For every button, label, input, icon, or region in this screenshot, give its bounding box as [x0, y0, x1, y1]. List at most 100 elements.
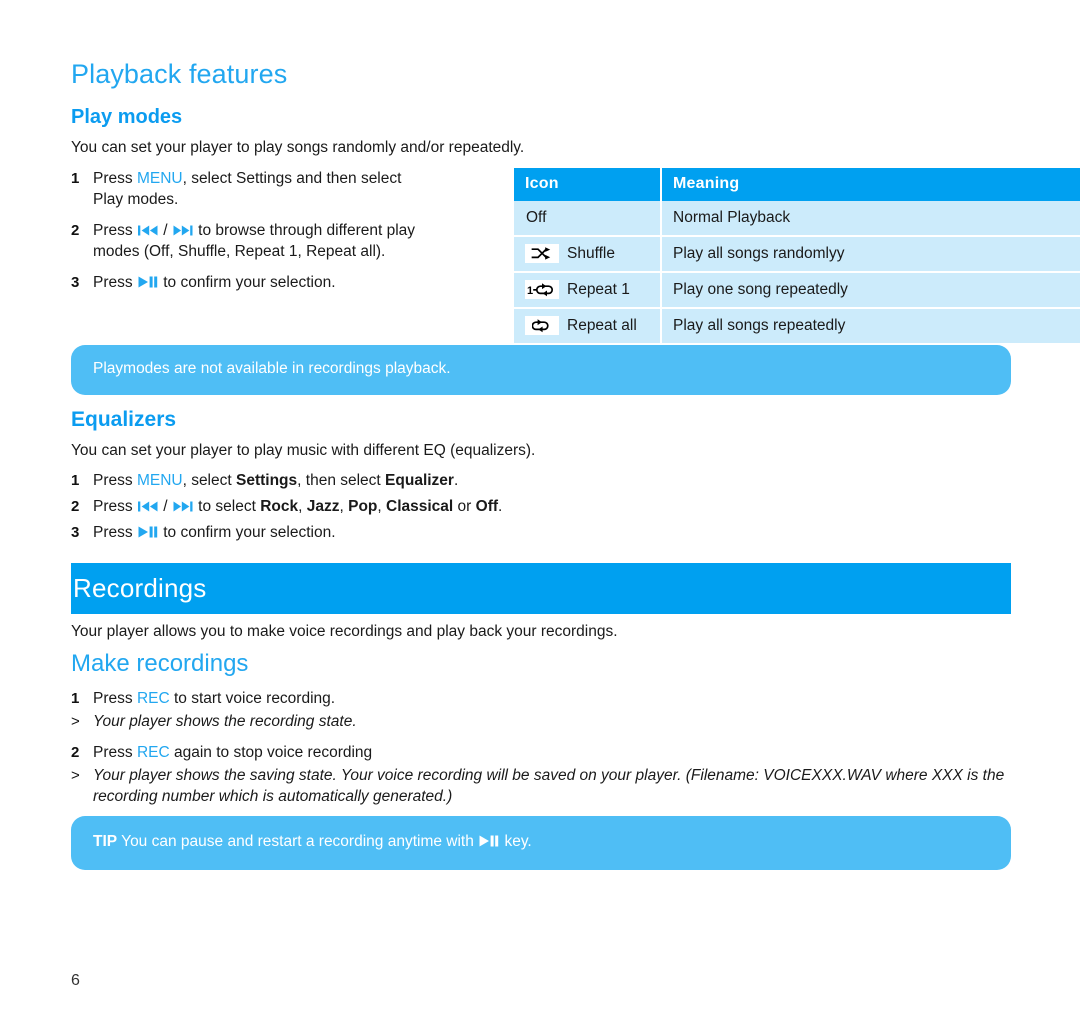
step-text-pre: Press — [93, 744, 137, 761]
make-recordings-steps: 1 Press REC to start voice recording. > … — [71, 688, 1011, 809]
eq-option-pop: Pop — [348, 498, 378, 515]
manual-page: Playback features Play modes You can set… — [0, 0, 1080, 1036]
menu-key-label: MENU — [136, 170, 183, 187]
page-number: 6 — [71, 972, 80, 989]
step-text-pre: Press — [93, 170, 137, 187]
step-text-pre: Press — [93, 690, 137, 707]
table-row: Off Normal Playback — [514, 201, 1080, 237]
step-item: 3 Press to confirm your selection. — [71, 522, 631, 543]
table-row: 1 Repeat 1 Play one song repeatedly — [514, 272, 1080, 309]
table-row: Repeat all Play all songs repeatedly — [514, 308, 1080, 343]
step-text: Press REC again to stop voice recording — [93, 742, 372, 763]
rec-key-label: REC — [136, 690, 170, 707]
play-pause-icon — [138, 526, 158, 538]
step-text-post: again to stop voice recording — [169, 744, 373, 761]
mode-label-repeat-one: Repeat 1 — [567, 280, 630, 298]
tip-text-post: key. — [500, 833, 532, 850]
table-header-meaning: Meaning — [661, 168, 1080, 201]
eq-option-off: Off — [475, 498, 499, 515]
step-number: 1 — [71, 170, 80, 187]
step-number: 1 — [71, 472, 80, 489]
recordings-intro: Your player allows you to make voice rec… — [71, 623, 618, 640]
step-text-sep: / — [158, 498, 172, 515]
step-text: Press REC to start voice recording. — [93, 688, 335, 709]
step-number: 1 — [71, 690, 80, 707]
recordings-banner-title: Recordings — [73, 573, 207, 603]
table-cell-icon: Off — [514, 201, 661, 237]
table-cell-icon: Repeat all — [514, 308, 661, 343]
result-text: Your player shows the recording state. — [93, 713, 357, 730]
result-item: > Your player shows the saving state. Yo… — [71, 765, 1011, 807]
step-text: Press MENU, select Settings, then select… — [93, 470, 458, 491]
table-cell-meaning: Normal Playback — [661, 201, 1080, 237]
playmodes-note-callout: Playmodes are not available in recording… — [71, 345, 1011, 395]
comma-1: , — [298, 498, 307, 515]
shuffle-icon — [525, 244, 559, 263]
step-text-pre: Press — [93, 222, 137, 239]
step-item: 1 Press REC to start voice recording. — [71, 688, 1011, 709]
play-modes-intro: You can set your player to play songs ra… — [71, 139, 525, 156]
skip-next-icon — [173, 501, 193, 512]
step-text: Press MENU, select Settings and then sel… — [93, 168, 423, 210]
step-text: Press / to select Rock, Jazz, Pop, Class… — [93, 496, 502, 517]
step-number: 3 — [71, 524, 80, 541]
tip-text-pre: You can pause and restart a recording an… — [117, 833, 479, 850]
step-item: 2 Press / to select Rock, Jazz, Pop, Cla… — [71, 496, 631, 517]
equalizers-intro: You can set your player to play music wi… — [71, 442, 536, 459]
tip-callout: TIP You can pause and restart a recordin… — [71, 816, 1011, 870]
equalizer-label: Equalizer — [385, 472, 454, 489]
step-item: 1 Press MENU, select Settings, then sele… — [71, 470, 631, 491]
step-number: 2 — [71, 744, 80, 761]
eq-option-jazz: Jazz — [306, 498, 340, 515]
result-text: Your player shows the saving state. Your… — [93, 767, 1005, 805]
tip-label: TIP — [93, 833, 118, 850]
step-number: 2 — [71, 222, 80, 239]
result-marker: > — [71, 767, 80, 784]
step-text-post: to start voice recording. — [169, 690, 336, 707]
step-number: 2 — [71, 498, 80, 515]
step-text-mid2: , then select — [297, 472, 386, 489]
play-pause-icon — [479, 835, 499, 847]
table-cell-meaning: Play one song repeatedly — [661, 272, 1080, 309]
playmodes-note-text: Playmodes are not available in recording… — [93, 360, 451, 377]
svg-text:1: 1 — [527, 285, 533, 297]
mode-label-off: Off — [526, 208, 547, 226]
step-item: 1 Press MENU, select Settings and then s… — [71, 168, 423, 210]
step-text-post: . — [498, 498, 503, 515]
conj-or: or — [453, 498, 476, 515]
step-item: 3 Press to confirm your selection. — [71, 272, 423, 293]
result-marker: > — [71, 713, 80, 730]
menu-key-label: MENU — [136, 472, 183, 489]
skip-previous-icon — [137, 501, 158, 512]
skip-previous-icon — [137, 225, 158, 236]
step-item: 2 Press REC again to stop voice recordin… — [71, 742, 1011, 763]
equalizers-heading: Equalizers — [71, 408, 177, 431]
table-header-icon: Icon — [514, 168, 661, 201]
repeat-one-icon: 1 — [525, 280, 559, 299]
step-text-mid: to select — [193, 498, 261, 515]
table-row: Shuffle Play all songs randomlyy — [514, 236, 1080, 273]
eq-option-classical: Classical — [386, 498, 454, 515]
table-cell-icon: Shuffle — [514, 236, 661, 273]
step-text-sep: / — [158, 222, 172, 239]
step-text-post: to confirm your selection. — [158, 524, 336, 541]
rec-key-label: REC — [136, 744, 170, 761]
play-modes-heading: Play modes — [71, 106, 183, 128]
make-recordings-heading: Make recordings — [71, 650, 249, 677]
mode-label-shuffle: Shuffle — [567, 244, 615, 262]
step-number: 3 — [71, 274, 80, 291]
settings-label: Settings — [236, 472, 298, 489]
play-modes-steps: 1 Press MENU, select Settings and then s… — [71, 168, 423, 303]
table-cell-meaning: Play all songs randomlyy — [661, 236, 1080, 273]
step-text-post: to confirm your selection. — [158, 274, 336, 291]
skip-next-icon — [173, 225, 193, 236]
comma-2: , — [339, 498, 349, 515]
step-text-pre: Press — [93, 472, 137, 489]
page-title: Playback features — [71, 59, 288, 89]
equalizers-steps: 1 Press MENU, select Settings, then sele… — [71, 470, 631, 548]
step-text: Press to confirm your selection. — [93, 522, 336, 543]
table-header-row: Icon Meaning — [514, 168, 1080, 201]
step-text-pre: Press — [93, 274, 137, 291]
table-cell-icon: 1 Repeat 1 — [514, 272, 661, 309]
eq-option-rock: Rock — [260, 498, 299, 515]
